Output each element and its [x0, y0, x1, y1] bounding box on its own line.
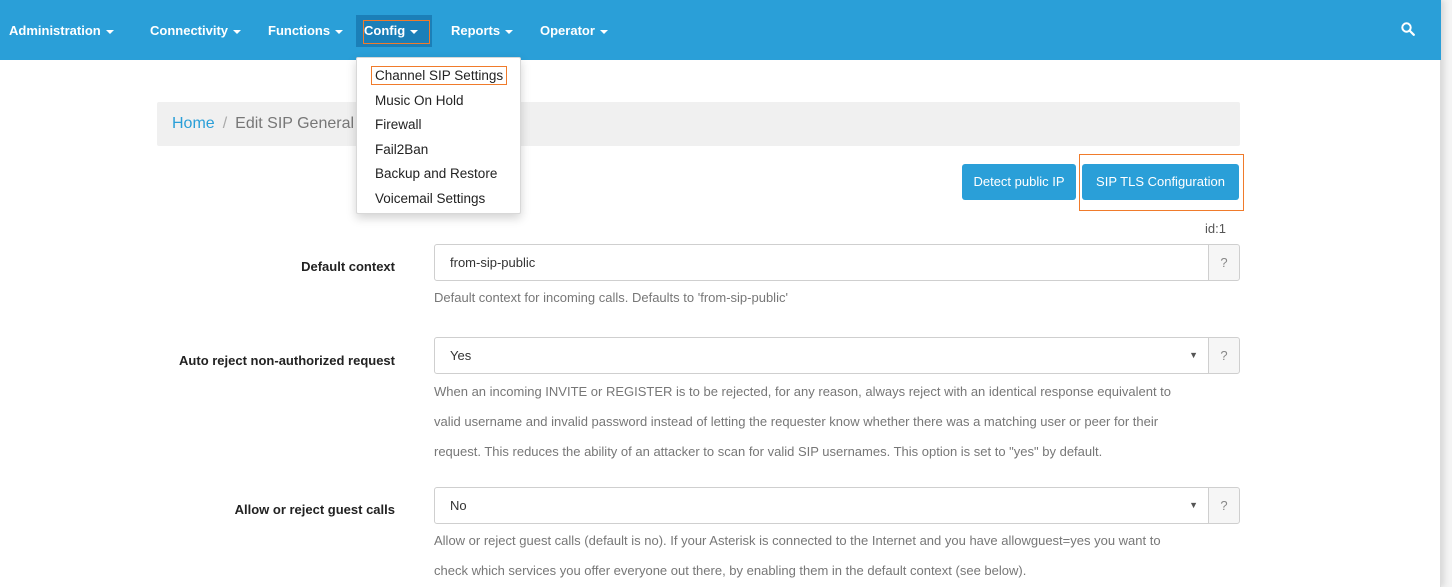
menu-item-label: Fail2Ban — [375, 141, 429, 157]
guest-calls-help: Allow or reject guest calls (default is … — [434, 526, 1234, 586]
auto-reject-help: When an incoming INVITE or REGISTER is t… — [434, 377, 1234, 467]
auto-reject-help-button[interactable]: ? — [1208, 337, 1240, 374]
dropdown-arrow-icon: ▼ — [1189, 350, 1198, 360]
search-icon[interactable] — [1401, 22, 1415, 36]
nav-functions[interactable]: Functions — [268, 15, 344, 47]
menu-item-label: Music On Hold — [375, 92, 464, 108]
caret-down-icon — [505, 29, 514, 34]
menu-item-label: Channel SIP Settings — [371, 66, 508, 85]
nav-operator-label: Operator — [540, 23, 595, 38]
guest-calls-select[interactable]: No ▼ — [434, 487, 1209, 524]
nav-operator[interactable]: Operator — [540, 15, 608, 47]
menu-item-backup-restore[interactable]: Backup and Restore — [357, 162, 520, 187]
menu-item-channel-sip-settings[interactable]: Channel SIP Settings — [357, 64, 520, 89]
nav-reports-label: Reports — [451, 23, 501, 38]
breadcrumb-home-link[interactable]: Home — [172, 115, 215, 132]
config-dropdown-menu: Channel SIP Settings Music On Hold Firew… — [356, 57, 521, 214]
menu-item-music-on-hold[interactable]: Music On Hold — [357, 89, 520, 114]
auto-reject-help-line: When an incoming INVITE or REGISTER is t… — [434, 384, 1172, 399]
menu-item-firewall[interactable]: Firewall — [357, 113, 520, 138]
breadcrumb: Home / Edit SIP General Settings — [157, 102, 1240, 146]
caret-down-icon — [599, 29, 608, 34]
config-highlight-box — [363, 20, 430, 44]
guest-calls-help-line: Allow or reject guest calls (default is … — [434, 533, 1161, 548]
caret-down-icon — [233, 29, 242, 34]
guest-calls-value: No — [450, 498, 467, 513]
auto-reject-value: Yes — [450, 348, 472, 363]
nav-functions-label: Functions — [268, 23, 331, 38]
caret-down-icon — [105, 29, 114, 34]
breadcrumb-separator: / — [222, 115, 228, 132]
auto-reject-label: Auto reject non-authorized request — [179, 353, 395, 368]
tls-highlight-box — [1079, 154, 1244, 211]
default-context-input[interactable]: from-sip-public — [434, 244, 1209, 281]
detect-public-ip-button[interactable]: Detect public IP — [962, 164, 1076, 200]
auto-reject-help-line: request. This reduces the ability of an … — [434, 444, 1103, 459]
menu-item-label: Voicemail Settings — [375, 190, 486, 206]
guest-calls-help-line: check which services you offer everyone … — [434, 563, 1027, 578]
top-navbar: Administration Connectivity Functions Co… — [0, 0, 1441, 60]
menu-item-label: Firewall — [375, 117, 422, 132]
nav-administration[interactable]: Administration — [9, 15, 114, 47]
app-frame: Administration Connectivity Functions Co… — [0, 0, 1441, 587]
menu-item-label: Backup and Restore — [375, 166, 498, 181]
caret-down-icon — [335, 29, 344, 34]
menu-item-fail2ban[interactable]: Fail2Ban — [357, 138, 520, 163]
auto-reject-help-line: valid username and invalid password inst… — [434, 414, 1159, 429]
nav-connectivity[interactable]: Connectivity — [150, 15, 242, 47]
default-context-help: Default context for incoming calls. Defa… — [434, 290, 788, 305]
record-id: id:1 — [1205, 221, 1226, 236]
default-context-help-button[interactable]: ? — [1208, 244, 1240, 281]
dropdown-arrow-icon: ▼ — [1189, 500, 1198, 510]
default-context-value: from-sip-public — [450, 255, 536, 270]
guest-calls-label: Allow or reject guest calls — [234, 502, 395, 517]
default-context-label: Default context — [301, 259, 395, 274]
nav-administration-label: Administration — [9, 23, 101, 38]
guest-calls-help-button[interactable]: ? — [1208, 487, 1240, 524]
nav-reports[interactable]: Reports — [451, 15, 514, 47]
nav-connectivity-label: Connectivity — [150, 23, 229, 38]
auto-reject-select[interactable]: Yes ▼ — [434, 337, 1209, 374]
menu-item-voicemail-settings[interactable]: Voicemail Settings — [357, 187, 520, 212]
